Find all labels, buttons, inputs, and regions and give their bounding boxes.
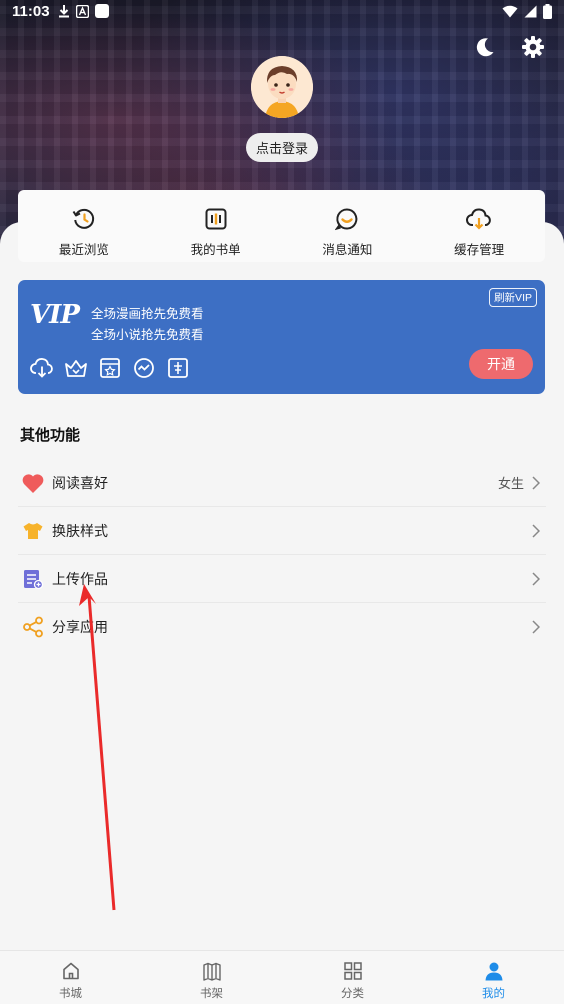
tab-label: 书城 [59,988,82,1000]
quick-action-notifications[interactable]: 消息通知 [282,190,414,262]
menu-item-label: 分享应用 [52,619,108,635]
avatar-illustration [251,56,313,118]
status-notification-icons [58,4,109,18]
vip-benefit-line: 全场小说抢先免费看 [91,328,204,342]
settings-button[interactable] [520,34,546,60]
bottom-tab-bar: 书城 书架 分类 我的 [0,950,564,1004]
gear-icon [522,36,544,58]
chevron-right-icon [532,571,540,586]
menu-item-label: 换肤样式 [52,522,108,539]
quick-action-my-booklist[interactable]: 我的书单 [150,190,282,262]
status-system-icons [502,4,552,19]
vip-card[interactable]: VIP 全场漫画抢先免费看 全场小说抢先免费看 刷新VIP 开通 [18,280,545,394]
status-bar: 11:03 [0,0,564,26]
tab-bookshelf[interactable]: 书架 [141,951,282,1004]
star-box-icon [100,358,120,378]
chevron-right-icon [532,620,540,634]
other-functions-list: 阅读喜好 女生 换肤样式 上传作品 分享应用 [18,459,546,651]
quick-action-label: 缓存管理 [454,243,505,257]
quick-action-label: 我的书单 [190,243,241,257]
quick-actions-card: 最近浏览 我的书单 消息通知 缓存管理 [18,190,545,262]
quick-action-cache-manage[interactable]: 缓存管理 [413,190,545,262]
menu-item-share-app[interactable]: 分享应用 [18,603,546,651]
avatar[interactable] [251,56,313,118]
header-actions [472,34,546,60]
tab-label: 书架 [200,988,223,1000]
menu-item-upload-works[interactable]: 上传作品 [18,555,546,603]
login-button[interactable]: 点击登录 [246,133,318,162]
tab-bookstore[interactable]: 书城 [0,951,141,1004]
cloud-download-icon [466,208,492,230]
tab-label: 分类 [341,988,364,1000]
chevron-right-icon [532,523,540,538]
upload-document-icon [24,569,44,589]
download-icon [59,5,69,18]
vip-benefit-line: 全场漫画抢先免费看 [91,307,204,321]
vip-open-button[interactable]: 开通 [469,349,533,379]
history-clock-icon [72,208,94,229]
battery-icon [543,4,552,19]
crown-icon [65,360,87,377]
chevron-right-icon [532,475,540,490]
quick-action-label: 最近浏览 [58,243,109,257]
chart-circle-icon [134,358,154,378]
tab-category[interactable]: 分类 [282,951,423,1004]
moon-icon [476,38,494,57]
home-icon [62,962,79,980]
heart-icon [22,473,44,493]
tab-mine[interactable]: 我的 [423,951,564,1004]
share-icon [23,616,43,638]
status-time: 11:03 [12,3,50,20]
bookshelf-icon [202,962,221,981]
vip-perk-icons [30,356,190,380]
user-icon [485,962,502,981]
booklist-icon [205,208,227,230]
vip-logo: VIP [30,300,80,330]
badge-icon [168,358,188,378]
menu-item-skin-style[interactable]: 换肤样式 [18,507,546,555]
menu-item-label: 阅读喜好 [52,474,108,491]
signal-icon [524,5,537,18]
quick-action-label: 消息通知 [322,243,373,257]
menu-item-label: 上传作品 [52,570,108,587]
night-mode-button[interactable] [472,34,498,60]
white-square-icon [95,4,109,18]
quick-action-recent-browse[interactable]: 最近浏览 [18,190,150,262]
message-bubble-icon [335,208,358,231]
refresh-vip-button[interactable]: 刷新VIP [489,288,537,307]
wifi-icon [502,5,518,18]
cloud-download-icon [30,358,53,378]
tab-label: 我的 [482,988,505,1000]
vip-benefits: 全场漫画抢先免费看 全场小说抢先免费看 [91,304,204,346]
section-title: 其他功能 [20,427,81,444]
a-box-icon [76,4,89,18]
category-grid-icon [343,962,362,980]
menu-item-reading-preference[interactable]: 阅读喜好 女生 [18,459,546,507]
tshirt-icon [23,522,43,539]
menu-item-value: 女生 [497,476,524,491]
